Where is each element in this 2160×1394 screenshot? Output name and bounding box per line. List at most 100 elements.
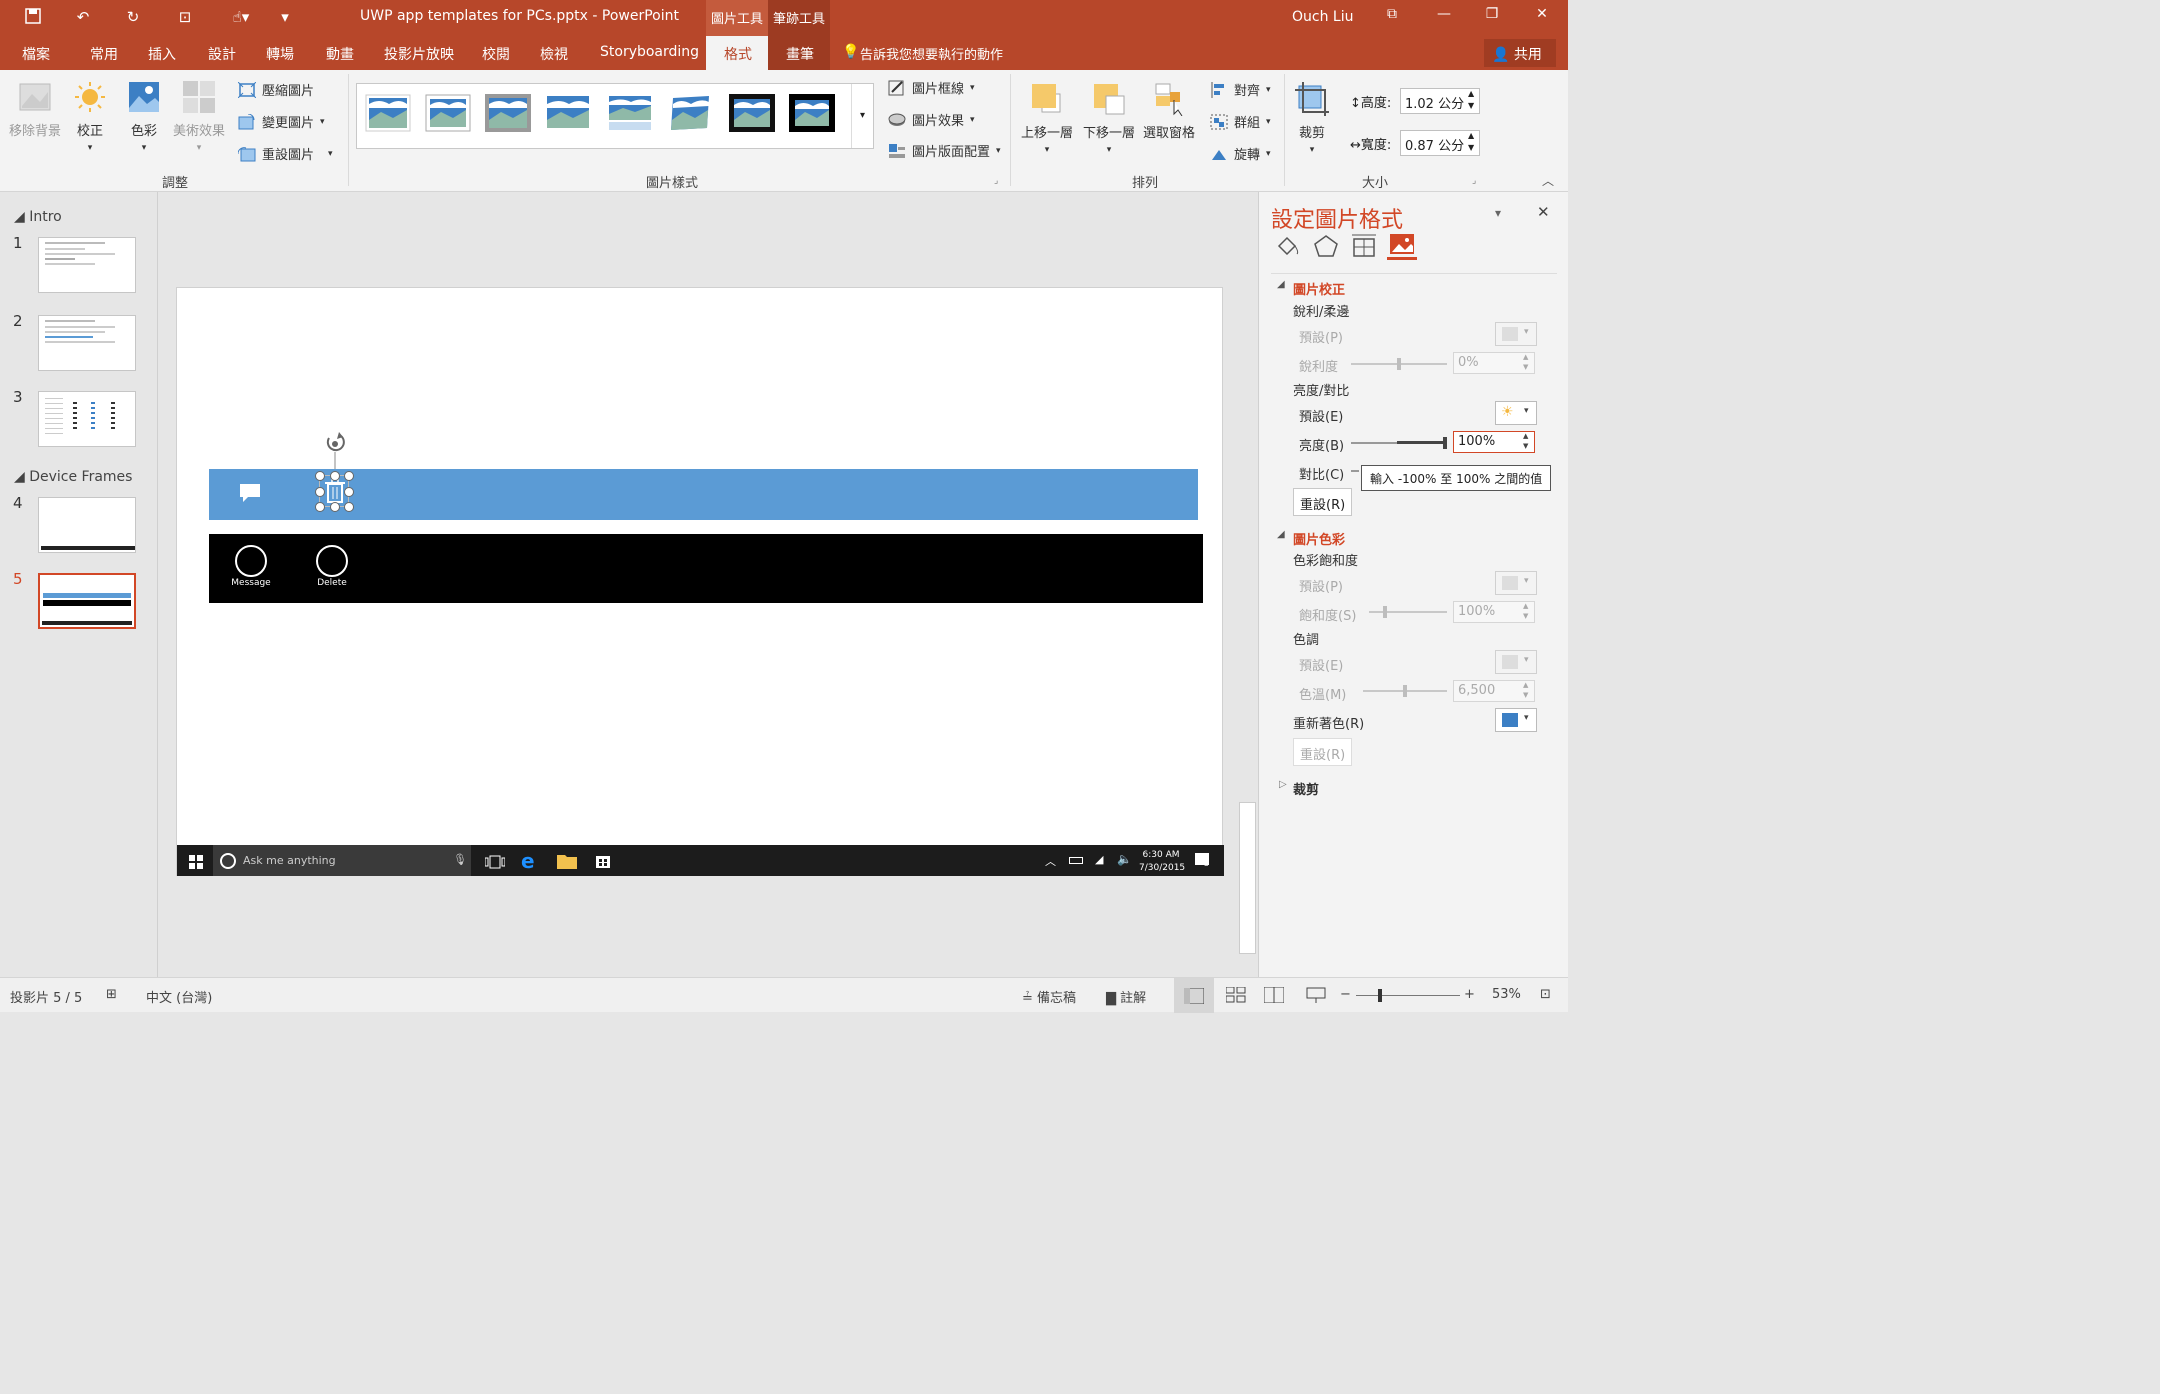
edge-icon[interactable]: e	[521, 849, 535, 873]
sharpness-spinner[interactable]: ▲ ▼	[1523, 352, 1528, 372]
comment-icon[interactable]	[239, 483, 261, 507]
resize-handle[interactable]	[330, 471, 340, 481]
battery-icon[interactable]	[1069, 857, 1083, 864]
save-icon[interactable]	[22, 8, 44, 28]
color-button[interactable]: 色彩 ▾	[124, 80, 164, 154]
fill-line-icon[interactable]	[1275, 234, 1301, 262]
recolor-dropdown[interactable]: ▾	[1495, 708, 1537, 732]
effects-pentagon-icon[interactable]	[1313, 234, 1339, 262]
volume-icon[interactable]: 🔈	[1117, 852, 1132, 866]
wifi-icon[interactable]: ◢	[1095, 853, 1103, 866]
style-thumb[interactable]	[667, 94, 713, 132]
height-spinner[interactable]: ▲ ▼	[1468, 88, 1474, 112]
fit-to-window-icon[interactable]: ⊡	[1540, 987, 1551, 1002]
delete-circle-icon[interactable]	[316, 545, 348, 577]
contrast-slider[interactable]	[1351, 470, 1359, 472]
resize-handle[interactable]	[315, 487, 325, 497]
picture-effects-button[interactable]: 圖片效果 ▾	[888, 110, 975, 129]
language-indicator[interactable]: 中文 (台灣)	[146, 987, 212, 1006]
show-hidden-icons[interactable]: ︿	[1045, 853, 1056, 869]
send-backward-button[interactable]: 下移一層 ▾	[1080, 82, 1138, 156]
comments-button[interactable]: ▇ 註解	[1106, 987, 1146, 1006]
windows-start-icon[interactable]	[189, 854, 203, 873]
slide-thumbnail-4[interactable]	[38, 497, 136, 553]
pane-options-icon[interactable]: ▾	[1495, 206, 1501, 220]
zoom-out-icon[interactable]: −	[1340, 987, 1351, 1002]
resize-handle[interactable]	[344, 471, 354, 481]
rotate-button[interactable]: 旋轉 ▾	[1210, 144, 1271, 163]
crop-button[interactable]: 裁剪 ▾	[1292, 82, 1332, 156]
slideshow-view-icon[interactable]	[1306, 987, 1326, 1007]
resize-handle[interactable]	[330, 502, 340, 512]
slide-sorter-view-icon[interactable]	[1225, 986, 1246, 1007]
saturation-slider[interactable]	[1369, 606, 1447, 618]
scrollbar-thumb[interactable]	[1239, 802, 1256, 954]
ribbon-display-icon[interactable]: ⧉	[1382, 6, 1402, 26]
file-explorer-icon[interactable]	[557, 853, 577, 873]
tell-me-search[interactable]: 告訴我您想要執行的動作	[860, 44, 1003, 63]
user-name[interactable]: Ouch Liu	[1292, 9, 1353, 25]
resize-handle[interactable]	[315, 502, 325, 512]
section-crop[interactable]: 裁剪	[1293, 779, 1319, 798]
resize-handle[interactable]	[344, 502, 354, 512]
selection-pane-button[interactable]: 選取窗格	[1140, 82, 1198, 141]
slide-thumbnail-3[interactable]	[38, 391, 136, 447]
style-thumb[interactable]	[545, 94, 591, 132]
slide-counter[interactable]: 投影片 5 / 5	[10, 987, 82, 1006]
styles-dialog-launcher-icon[interactable]: ⌟	[994, 176, 998, 186]
customize-qat-icon[interactable]: ▾	[274, 8, 296, 28]
brightness-spinner[interactable]: ▲ ▼	[1523, 431, 1528, 451]
tab-slideshow[interactable]: 投影片放映	[384, 44, 454, 64]
tab-storyboarding[interactable]: Storyboarding	[600, 44, 699, 60]
normal-view-button[interactable]	[1174, 978, 1214, 1013]
style-thumb[interactable]	[789, 94, 835, 132]
close-icon[interactable]: ✕	[1532, 6, 1552, 26]
tab-animations[interactable]: 動畫	[326, 44, 354, 64]
reading-view-icon[interactable]	[1263, 986, 1285, 1007]
pane-close-icon[interactable]: ✕	[1537, 203, 1550, 221]
slide-5[interactable]: Message Delete Ask me anything 🎙 e ︿ ◢ 🔈…	[176, 287, 1224, 876]
message-circle-icon[interactable]	[235, 545, 267, 577]
section-picture-corrections[interactable]: 圖片校正	[1293, 279, 1345, 298]
size-dialog-launcher-icon[interactable]: ⌟	[1472, 176, 1476, 186]
resize-handle[interactable]	[315, 471, 325, 481]
brightness-slider[interactable]	[1351, 437, 1447, 449]
slide-thumbnail-5[interactable]	[38, 573, 136, 629]
redo-icon[interactable]: ↻	[122, 8, 144, 28]
gallery-more-button[interactable]: ▾	[851, 84, 873, 148]
reset-picture-button[interactable]: 重設圖片 ▾	[237, 144, 333, 163]
collapse-color-icon[interactable]: ◢	[1277, 529, 1285, 540]
change-picture-button[interactable]: 變更圖片 ▾	[238, 112, 325, 131]
vertical-scrollbar[interactable]	[1238, 192, 1258, 977]
picture-tab-icon[interactable]	[1387, 232, 1417, 260]
tab-insert[interactable]: 插入	[148, 44, 176, 64]
trash-icon-selected[interactable]	[315, 471, 354, 512]
section-picture-color[interactable]: 圖片色彩	[1293, 529, 1345, 548]
tab-design[interactable]: 設計	[208, 44, 236, 64]
notes-button[interactable]: ≟ 備忘稿	[1022, 987, 1076, 1006]
collapse-correction-icon[interactable]: ◢	[1277, 279, 1285, 290]
store-icon[interactable]	[595, 852, 611, 872]
artistic-effects-button[interactable]: 美術效果 ▾	[170, 80, 228, 154]
reset-color-button[interactable]: 重設(R)	[1293, 738, 1353, 766]
width-spinner[interactable]: ▲ ▼	[1468, 130, 1474, 154]
tab-format[interactable]: 格式	[724, 44, 752, 64]
style-thumb[interactable]	[607, 94, 653, 132]
temperature-spinner[interactable]: ▲ ▼	[1523, 680, 1528, 700]
section-device-frames[interactable]: ◢ Device Frames	[14, 469, 132, 485]
picture-layout-button[interactable]: 圖片版面配置 ▾	[888, 141, 1001, 160]
zoom-slider[interactable]	[1356, 989, 1460, 1002]
slide-thumbnail-2[interactable]	[38, 315, 136, 371]
align-button[interactable]: 對齊 ▾	[1210, 80, 1271, 99]
brightness-preset-dropdown[interactable]: ☀ ▾	[1495, 401, 1537, 425]
collapse-ribbon-icon[interactable]: ︿	[1542, 172, 1554, 189]
size-properties-icon[interactable]	[1351, 234, 1377, 262]
remove-background-button[interactable]: 移除背景	[6, 80, 64, 139]
undo-icon[interactable]: ↶	[72, 8, 94, 28]
style-thumb[interactable]	[485, 94, 531, 132]
picture-border-button[interactable]: 圖片框線 ▾	[888, 78, 975, 97]
temperature-slider[interactable]	[1363, 685, 1447, 697]
style-thumb[interactable]	[425, 94, 471, 132]
resize-handle[interactable]	[344, 487, 354, 497]
section-intro[interactable]: ◢ Intro	[14, 209, 62, 225]
